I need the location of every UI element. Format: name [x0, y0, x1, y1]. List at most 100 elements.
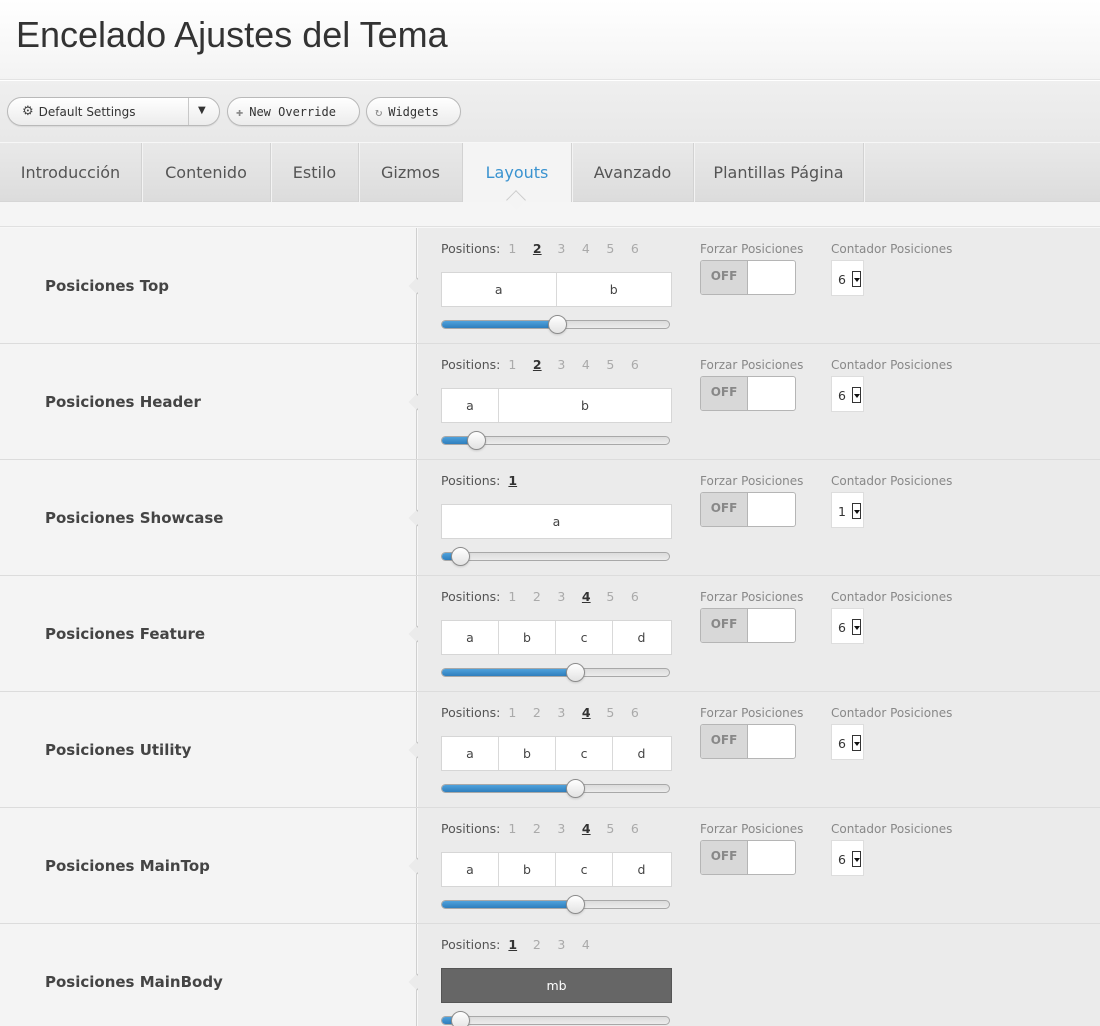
contador-posiciones-select[interactable]: 1 — [831, 492, 864, 528]
position-cell-d[interactable]: d — [613, 621, 670, 654]
dropdown-arrow-icon[interactable]: ▼ — [198, 105, 206, 116]
position-option-2[interactable]: 2 — [533, 937, 558, 952]
settings-select[interactable]: ⚙ Default Settings ▼ — [7, 97, 220, 126]
position-cell-a[interactable]: a — [442, 737, 499, 770]
position-cell-b[interactable]: b — [499, 737, 556, 770]
position-option-5[interactable]: 5 — [606, 357, 631, 372]
position-option-2[interactable]: 2 — [533, 357, 558, 372]
dropdown-arrow-icon[interactable] — [852, 387, 861, 403]
layout-slider[interactable] — [441, 547, 670, 566]
position-option-4[interactable]: 4 — [582, 241, 607, 256]
forzar-posiciones-toggle[interactable]: OFF — [700, 376, 796, 411]
position-cell-d[interactable]: d — [613, 853, 670, 886]
position-cell-mb[interactable]: mb — [442, 969, 671, 1002]
position-option-5[interactable]: 5 — [606, 821, 631, 836]
position-option-5[interactable]: 5 — [606, 589, 631, 604]
dropdown-arrow-icon[interactable] — [852, 735, 861, 751]
position-cell-b[interactable]: b — [499, 389, 671, 422]
position-option-1[interactable]: 1 — [508, 589, 533, 604]
tab-contenido[interactable]: Contenido — [142, 143, 271, 202]
position-option-6[interactable]: 6 — [631, 705, 656, 720]
position-cell-c[interactable]: c — [556, 621, 613, 654]
position-option-4[interactable]: 4 — [582, 821, 607, 836]
position-option-6[interactable]: 6 — [631, 821, 656, 836]
position-option-6[interactable]: 6 — [631, 589, 656, 604]
position-cell-a[interactable]: a — [442, 389, 499, 422]
contador-posiciones-select[interactable]: 6 — [831, 840, 864, 876]
position-option-3[interactable]: 3 — [557, 357, 582, 372]
position-cell-b[interactable]: b — [499, 853, 556, 886]
position-cell-a[interactable]: a — [442, 621, 499, 654]
position-option-1[interactable]: 1 — [508, 937, 533, 952]
dropdown-arrow-icon[interactable] — [852, 503, 861, 519]
forzar-posiciones-toggle[interactable]: OFF — [700, 260, 796, 295]
position-option-4[interactable]: 4 — [582, 589, 607, 604]
new-override-button[interactable]: ✚ New Override — [227, 97, 360, 126]
position-option-2[interactable]: 2 — [533, 705, 558, 720]
position-option-5[interactable]: 5 — [606, 241, 631, 256]
position-option-4[interactable]: 4 — [582, 937, 607, 952]
contador-posiciones-select[interactable]: 6 — [831, 260, 864, 296]
contador-posiciones-select[interactable]: 6 — [831, 376, 864, 412]
slider-handle[interactable] — [451, 547, 470, 566]
position-option-3[interactable]: 3 — [557, 241, 582, 256]
row-title: Posiciones Header — [45, 392, 201, 411]
tab-avanzado[interactable]: Avanzado — [572, 143, 694, 202]
position-cell-c[interactable]: c — [556, 737, 613, 770]
layout-slider[interactable] — [441, 431, 670, 450]
slider-handle[interactable] — [566, 895, 585, 914]
layout-slider[interactable] — [441, 895, 670, 914]
position-cell-d[interactable]: d — [613, 737, 670, 770]
tab-introduccion[interactable]: Introducción — [0, 143, 142, 202]
layout-slider[interactable] — [441, 663, 670, 682]
row-label-panel: Posiciones Top — [0, 228, 426, 343]
position-cell-a[interactable]: a — [442, 273, 557, 306]
position-cell-c[interactable]: c — [556, 853, 613, 886]
position-option-2[interactable]: 2 — [533, 589, 558, 604]
position-option-3[interactable]: 3 — [557, 589, 582, 604]
slider-fill — [442, 901, 575, 908]
position-cell-b[interactable]: b — [499, 621, 556, 654]
dropdown-arrow-icon[interactable] — [852, 851, 861, 867]
position-option-3[interactable]: 3 — [557, 937, 582, 952]
layout-slider[interactable] — [441, 779, 670, 798]
position-option-1[interactable]: 1 — [508, 473, 533, 488]
position-cell-a[interactable]: a — [442, 505, 671, 538]
forzar-posiciones-toggle[interactable]: OFF — [700, 724, 796, 759]
position-option-3[interactable]: 3 — [557, 705, 582, 720]
position-option-1[interactable]: 1 — [508, 705, 533, 720]
subbar — [0, 202, 1100, 227]
slider-handle[interactable] — [467, 431, 486, 450]
position-cell-a[interactable]: a — [442, 853, 499, 886]
position-option-2[interactable]: 2 — [533, 241, 558, 256]
tab-estilo[interactable]: Estilo — [271, 143, 359, 202]
position-option-2[interactable]: 2 — [533, 821, 558, 836]
tab-gizmos[interactable]: Gizmos — [359, 143, 463, 202]
tab-plantillas-pagina[interactable]: Plantillas Página — [694, 143, 864, 202]
position-option-5[interactable]: 5 — [606, 705, 631, 720]
contador-posiciones-select[interactable]: 6 — [831, 724, 864, 760]
slider-handle[interactable] — [548, 315, 567, 334]
contador-posiciones-label: Contador Posiciones — [831, 358, 953, 372]
dropdown-arrow-icon[interactable] — [852, 619, 861, 635]
position-cell-b[interactable]: b — [557, 273, 672, 306]
position-option-1[interactable]: 1 — [508, 357, 533, 372]
position-option-3[interactable]: 3 — [557, 821, 582, 836]
slider-handle[interactable] — [566, 663, 585, 682]
layout-slider[interactable] — [441, 1011, 670, 1026]
dropdown-arrow-icon[interactable] — [852, 271, 861, 287]
forzar-posiciones-toggle[interactable]: OFF — [700, 608, 796, 643]
forzar-posiciones-toggle[interactable]: OFF — [700, 492, 796, 527]
position-option-6[interactable]: 6 — [631, 241, 656, 256]
position-option-6[interactable]: 6 — [631, 357, 656, 372]
slider-handle[interactable] — [566, 779, 585, 798]
position-option-4[interactable]: 4 — [582, 357, 607, 372]
position-option-1[interactable]: 1 — [508, 241, 533, 256]
layout-slider[interactable] — [441, 315, 670, 334]
forzar-posiciones-toggle[interactable]: OFF — [700, 840, 796, 875]
widgets-button[interactable]: ↻ Widgets — [366, 97, 461, 126]
position-option-4[interactable]: 4 — [582, 705, 607, 720]
slider-handle[interactable] — [451, 1011, 470, 1026]
contador-posiciones-select[interactable]: 6 — [831, 608, 864, 644]
position-option-1[interactable]: 1 — [508, 821, 533, 836]
